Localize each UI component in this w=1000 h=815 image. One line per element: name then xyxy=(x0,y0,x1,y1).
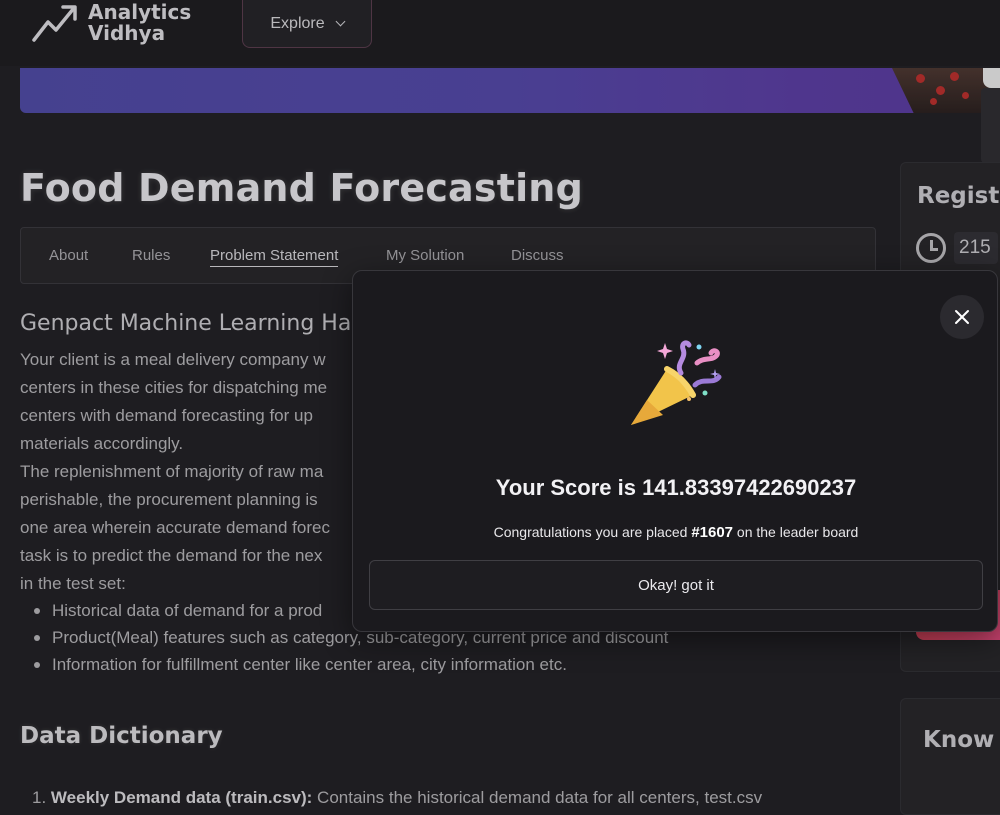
close-button[interactable] xyxy=(940,295,984,339)
okay-got-it-button[interactable]: Okay! got it xyxy=(369,560,983,610)
score-modal: Your Score is 141.83397422690237 Congrat… xyxy=(352,270,998,632)
close-icon xyxy=(955,310,969,324)
rank-suffix: on the leader board xyxy=(733,524,859,540)
score-heading: Your Score is 141.83397422690237 xyxy=(495,475,857,500)
party-popper-icon xyxy=(631,340,722,425)
rank-prefix: Congratulations you are placed xyxy=(493,524,692,540)
rank-value: #1607 xyxy=(691,524,734,541)
rank-message: Congratulations you are placed #1607 on … xyxy=(353,524,999,541)
